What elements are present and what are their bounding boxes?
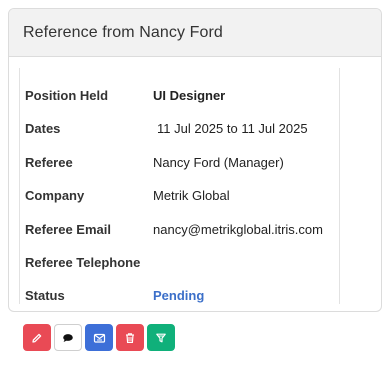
filter-button[interactable] [147, 324, 175, 351]
reference-details: Position Held UI Designer Dates 11 Jul 2… [19, 68, 340, 304]
detail-label: Company [25, 187, 85, 203]
pencil-icon [31, 332, 43, 344]
detail-label: Dates [25, 120, 61, 136]
detail-label: Status [25, 287, 65, 303]
action-toolbar [23, 324, 175, 351]
detail-label: Referee [25, 154, 73, 170]
detail-value: UI Designer [153, 87, 226, 103]
filter-icon [155, 332, 167, 344]
card-title: Reference from Nancy Ford [23, 23, 223, 41]
delete-button[interactable] [116, 324, 144, 351]
reference-card: Reference from Nancy Ford Position Held … [8, 8, 382, 312]
mail-icon [93, 332, 106, 344]
detail-label: Referee Telephone [25, 254, 141, 270]
comment-icon [62, 332, 74, 344]
detail-value: Metrik Global [153, 187, 230, 203]
detail-value: nancy@metrikglobal.itris.com [153, 221, 323, 237]
email-button[interactable] [85, 324, 113, 351]
detail-value: 11 Jul 2025 to 11 Jul 2025 [157, 120, 308, 136]
comment-button[interactable] [54, 324, 82, 351]
detail-value: Nancy Ford (Manager) [153, 154, 284, 170]
card-header: Reference from Nancy Ford [9, 9, 381, 57]
detail-label: Referee Email [25, 221, 111, 237]
trash-icon [124, 332, 136, 344]
detail-label: Position Held [25, 87, 109, 103]
status-badge: Pending [153, 287, 205, 303]
edit-button[interactable] [23, 324, 51, 351]
